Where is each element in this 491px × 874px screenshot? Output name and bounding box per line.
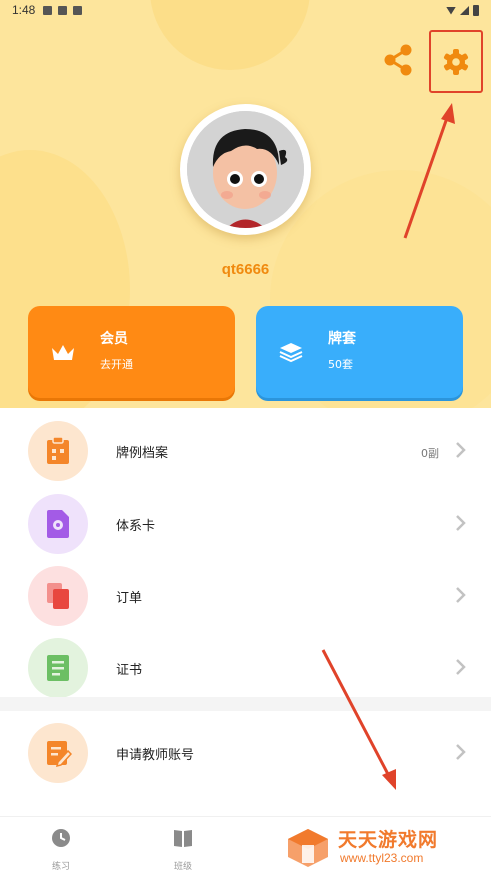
clock-icon	[52, 829, 70, 847]
menu-item-label: 体系卡	[116, 519, 156, 534]
avatar[interactable]	[180, 104, 311, 235]
share-icon	[384, 44, 412, 76]
notification-icon	[43, 5, 53, 15]
layers-icon	[279, 343, 303, 363]
watermark: 天天游戏网 www.ttyl23.com	[286, 825, 461, 871]
member-card[interactable]: 会员 去开通	[28, 306, 235, 398]
menu-item-label: 牌例档案	[116, 446, 169, 461]
document-gear-icon	[28, 494, 88, 554]
settings-button[interactable]	[429, 30, 483, 93]
share-button[interactable]	[382, 43, 414, 77]
deck-card[interactable]: 牌套 50套	[256, 306, 463, 398]
menu-item-certificate[interactable]: 证书	[0, 631, 491, 703]
tab-practice[interactable]: 练习	[31, 827, 91, 872]
username: qt6666	[221, 261, 270, 278]
menu-item-orders[interactable]: 订单	[0, 559, 491, 631]
watermark-url: www.ttyl23.com	[340, 851, 424, 865]
copy-icon	[28, 566, 88, 626]
chevron-right-icon	[456, 659, 466, 675]
avatar-image	[187, 111, 304, 228]
status-icons	[446, 5, 479, 16]
profile-header: 1:48 qt6666 会员 去开通 牌套 50套	[0, 0, 491, 408]
chevron-right-icon	[456, 515, 466, 531]
member-card-subtitle: 去开通	[100, 358, 133, 371]
chevron-right-icon	[456, 587, 466, 603]
battery-icon	[473, 5, 479, 16]
status-bar: 1:48	[0, 0, 491, 20]
chevron-right-icon	[456, 744, 466, 760]
menu-item-system-card[interactable]: 体系卡	[0, 487, 491, 559]
tab-label: 班级	[173, 862, 192, 872]
menu-item-apply-teacher[interactable]: 申请教师账号	[0, 716, 491, 788]
watermark-logo-icon	[288, 829, 328, 867]
edit-note-icon	[28, 723, 88, 783]
gear-icon	[443, 48, 469, 75]
menu-item-value: 0副	[421, 447, 439, 460]
deck-card-title: 牌套	[328, 331, 356, 347]
menu-item-label: 订单	[116, 591, 143, 606]
deck-card-subtitle: 50套	[328, 358, 353, 371]
certificate-icon	[28, 638, 88, 698]
member-card-title: 会员	[100, 331, 128, 347]
play-icon	[73, 5, 83, 15]
tab-class[interactable]: 班级	[153, 827, 213, 872]
signal-icon	[460, 6, 469, 15]
chevron-right-icon	[456, 442, 466, 458]
menu-item-game-archive[interactable]: 牌例档案 0副	[0, 414, 491, 486]
menu-item-label: 证书	[116, 663, 143, 678]
wifi-icon	[446, 6, 456, 15]
book-icon	[174, 830, 192, 847]
mail-icon	[58, 5, 68, 15]
clipboard-icon	[28, 421, 88, 481]
section-divider	[0, 697, 491, 711]
tab-label: 练习	[51, 862, 70, 872]
crown-icon	[52, 345, 74, 360]
status-time: 1:48	[12, 3, 36, 17]
watermark-title: 天天游戏网	[338, 829, 439, 851]
menu-item-label: 申请教师账号	[116, 748, 195, 763]
